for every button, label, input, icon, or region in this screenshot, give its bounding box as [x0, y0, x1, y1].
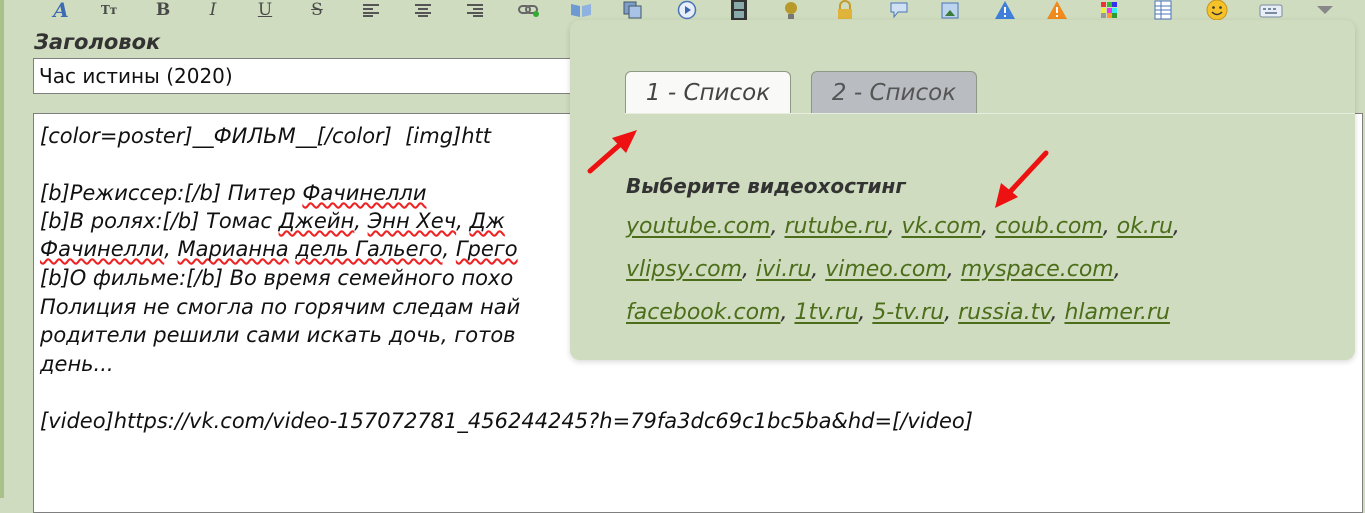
book-icon[interactable] — [568, 0, 594, 20]
host-link-vlipsy[interactable]: vlipsy.com — [626, 257, 742, 282]
editor-line: день... — [40, 352, 114, 376]
editor-line: [b]В ролях:[/b] Томас Джейн, Энн Хеч, Дж — [40, 209, 505, 233]
strikethrough-button[interactable]: S — [304, 0, 330, 20]
tab-list-2[interactable]: 2 - Список — [811, 71, 977, 113]
editor-line: Полиция не смогла по горячим следам най — [40, 295, 521, 319]
title-label: Заголовок — [34, 30, 161, 54]
tab-list-1[interactable]: 1 - Список — [625, 71, 791, 113]
bold-button[interactable]: B — [150, 0, 176, 20]
film-icon[interactable] — [726, 0, 752, 21]
copy-icon[interactable] — [620, 0, 646, 20]
host-link-5tv[interactable]: 5-tv.ru — [872, 300, 944, 325]
comment-icon[interactable] — [886, 0, 912, 20]
host-row: youtube.com, rutube.ru, vk.com, coub.com… — [626, 214, 1180, 239]
left-border-strip — [0, 0, 4, 498]
host-link-ivi[interactable]: ivi.ru — [756, 257, 811, 282]
link-icon[interactable] — [516, 0, 542, 20]
keyboard-icon[interactable] — [1258, 0, 1284, 20]
host-link-youtube[interactable]: youtube.com — [626, 214, 770, 239]
dropdown-arrow-icon[interactable] — [1312, 0, 1338, 20]
host-link-ok[interactable]: ok.ru — [1117, 214, 1173, 239]
host-link-coub[interactable]: coub.com — [995, 214, 1102, 239]
smiley-icon[interactable] — [1204, 0, 1230, 21]
tab-label: 2 - Список — [831, 79, 957, 106]
warning-orange-icon[interactable] — [1044, 0, 1070, 20]
tab-label: 1 - Список — [645, 79, 771, 106]
host-row: vlipsy.com, ivi.ru, vimeo.com, myspace.c… — [626, 257, 1121, 282]
bbcode-toolbar: A Tт B I U S — [40, 0, 1360, 22]
host-link-hlamer[interactable]: hlamer.ru — [1064, 300, 1170, 325]
play-icon[interactable] — [674, 0, 700, 20]
choose-hosting-heading: Выберите видеохостинг — [626, 174, 906, 198]
lock-icon[interactable] — [832, 0, 858, 20]
editor-line: [b]О фильме:[/b] Во время семейного похо — [40, 266, 514, 290]
host-link-vk[interactable]: vk.com — [902, 214, 982, 239]
host-link-facebook[interactable]: facebook.com — [626, 300, 780, 325]
font-color-button[interactable]: A — [48, 0, 74, 20]
tab-divider — [625, 113, 1355, 114]
align-center-icon[interactable] — [410, 0, 436, 20]
editor-line: [color=poster]__ФИЛЬМ__[/color] [img]htt — [40, 124, 492, 148]
host-link-myspace[interactable]: myspace.com — [961, 257, 1114, 282]
editor-line: [b]Режиссер:[/b] Питер Фачинелли — [40, 181, 427, 205]
color-grid-icon[interactable] — [1096, 0, 1122, 20]
title-input[interactable] — [33, 58, 593, 94]
host-link-russia-tv[interactable]: russia.tv — [958, 300, 1050, 325]
editor-line: Фачинелли, Марианна дель Гальего, Грего — [40, 237, 518, 261]
host-link-vimeo[interactable]: vimeo.com — [825, 257, 947, 282]
table-icon[interactable] — [1150, 0, 1176, 20]
italic-button[interactable]: I — [200, 0, 226, 20]
warning-blue-icon[interactable] — [992, 0, 1018, 20]
editor-line: родители решили сами искать дочь, готов — [40, 323, 516, 347]
font-size-button[interactable]: Tт — [96, 0, 122, 20]
editor-line: [video]https://vk.com/video-157072781_45… — [40, 409, 973, 433]
spoiler-icon[interactable] — [778, 0, 804, 20]
image-icon[interactable] — [938, 0, 964, 20]
align-left-icon[interactable] — [358, 0, 384, 20]
host-row: facebook.com, 1tv.ru, 5-tv.ru, russia.tv… — [626, 300, 1170, 325]
host-link-1tv[interactable]: 1tv.ru — [794, 300, 858, 325]
align-right-icon[interactable] — [462, 0, 488, 20]
underline-button[interactable]: U — [252, 0, 278, 20]
host-link-rutube[interactable]: rutube.ru — [784, 214, 887, 239]
